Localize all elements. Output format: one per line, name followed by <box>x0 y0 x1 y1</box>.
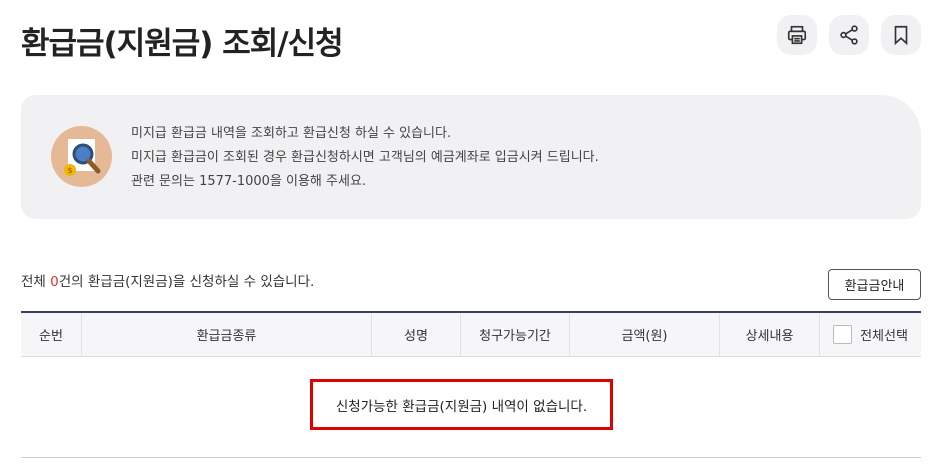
info-box: $ 미지급 환급금 내역을 조회하고 환급신청 하실 수 있습니다. 미지급 환… <box>21 95 921 219</box>
magnifier-coin-icon: $ <box>51 126 112 187</box>
bookmark-button[interactable] <box>881 15 921 55</box>
col-header-name: 성명 <box>371 313 460 356</box>
summary-prefix: 전체 <box>21 274 51 290</box>
print-button[interactable] <box>777 15 817 55</box>
info-line: 미지급 환급금 내역을 조회하고 환급신청 하실 수 있습니다. <box>131 126 452 141</box>
col-header-number: 순번 <box>39 329 63 344</box>
printer-icon <box>787 25 807 45</box>
col-header-details: 상세내용 <box>719 313 819 356</box>
info-line: 미지급 환급금이 조회된 경우 환급신청하시면 고객님의 예금계좌로 입금시켜 … <box>131 150 599 165</box>
refund-guide-button[interactable]: 환급금안내 <box>828 269 921 300</box>
page-title: 환급금(지원금) 조회/신청 <box>21 26 344 62</box>
summary-count: 0 <box>50 274 59 290</box>
table-header: 순번 환급금종류 성명 청구가능기간 금액(원) 상세내용 전체선택 <box>21 311 921 357</box>
col-header-select-all[interactable]: 전체선택 <box>819 313 921 356</box>
col-header-amount: 금액(원) <box>569 313 719 356</box>
col-header-period: 청구가능기간 <box>460 313 569 356</box>
table-body: 신청가능한 환급금(지원금) 내역이 없습니다. <box>21 357 921 458</box>
refund-table: 순번 환급금종류 성명 청구가능기간 금액(원) 상세내용 전체선택 신청가능한… <box>21 311 921 458</box>
info-line: 관련 문의는 1577-1000을 이용해 주세요. <box>131 174 367 189</box>
svg-text:$: $ <box>67 166 72 175</box>
select-all-checkbox[interactable] <box>833 325 853 344</box>
share-icon <box>840 25 858 45</box>
select-all-label: 전체선택 <box>860 329 908 344</box>
bookmark-icon <box>894 25 908 46</box>
empty-message: 신청가능한 환급금(지원금) 내역이 없습니다. <box>310 379 613 430</box>
summary-text: 전체 0건의 환급금(지원금)을 신청하실 수 있습니다. <box>21 270 314 290</box>
summary-suffix: 건의 환급금(지원금)을 신청하실 수 있습니다. <box>58 274 315 290</box>
share-button[interactable] <box>829 15 869 55</box>
col-header-type: 환급금종류 <box>81 313 371 356</box>
